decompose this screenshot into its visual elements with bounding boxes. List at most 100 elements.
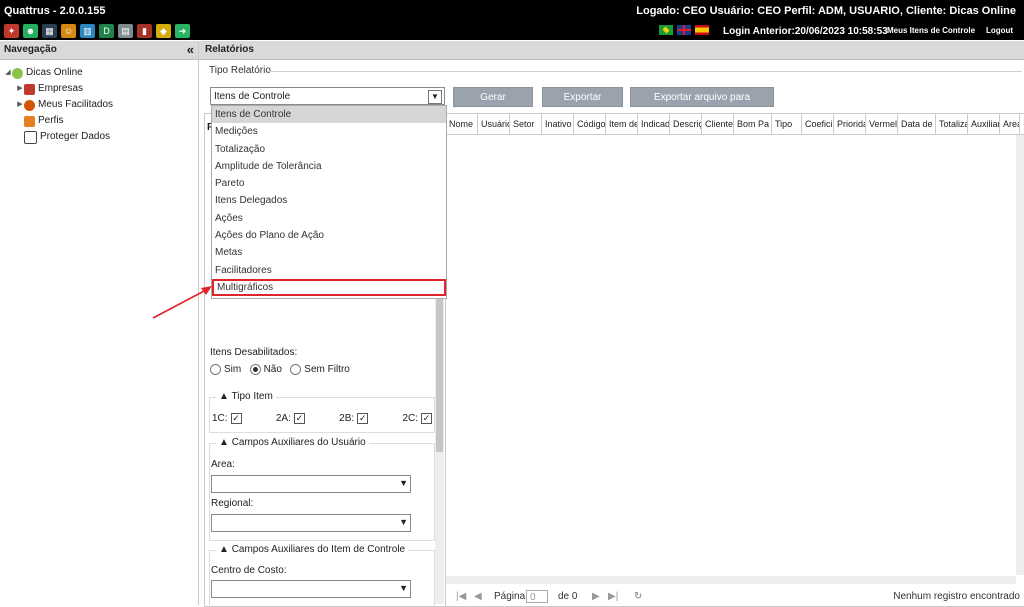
campos-item-toggle[interactable]: ▲ Campos Auxiliares do Item de Controle (216, 544, 409, 555)
expand-icon[interactable]: ▶ (16, 97, 24, 113)
dropdown-option[interactable]: Medições (212, 123, 446, 140)
toolbar: ✦ ☻ ▦ ☺ ▥ D ▤ ▮ ◆ ➜ Login Anterior:20/06… (0, 22, 1024, 40)
dropdown-option[interactable]: Ações (212, 210, 446, 227)
checkbox-2b[interactable]: ✓ (357, 413, 369, 424)
grid-column-header[interactable]: Setor (510, 114, 542, 134)
key-icon (24, 115, 35, 127)
flag-uk-icon[interactable] (677, 25, 691, 35)
grid-column-header[interactable]: Nome (446, 114, 478, 134)
checkbox-2a[interactable]: ✓ (293, 413, 305, 424)
export-icon[interactable]: ➜ (175, 24, 190, 38)
tree-item-perfis[interactable]: Perfis (0, 113, 198, 129)
dropdown-option[interactable]: Facilitadores (212, 262, 446, 279)
annotation-arrow-icon (152, 286, 212, 319)
page-input[interactable]: 0 (526, 590, 548, 603)
checkbox-2c[interactable]: ✓ (421, 413, 432, 424)
collapse-icon[interactable]: « (187, 41, 194, 59)
user-info: Logado: CEO Usuário: CEO Perfil: ADM, US… (636, 5, 1016, 17)
grid-header: Nome Usuário Setor Inativo Código Item de Indi… (446, 114, 1024, 135)
person-icon[interactable]: ☺ (61, 24, 76, 38)
exportar-importacao-button[interactable]: Exportar arquivo para importação (630, 87, 774, 123)
divider (267, 71, 1022, 72)
area-select[interactable]: ▼ (211, 475, 411, 493)
radio-nao[interactable] (249, 364, 261, 375)
chevron-down-icon[interactable]: ▼ (399, 478, 408, 488)
logout-link[interactable]: Logout (986, 26, 1013, 35)
rocket-icon[interactable]: ✦ (4, 24, 19, 38)
centro-custo-select[interactable]: ▼ (211, 580, 411, 598)
radio-sem-filtro[interactable] (290, 364, 302, 375)
users-icon[interactable]: ☻ (23, 24, 38, 38)
chart-icon[interactable]: ▥ (80, 24, 95, 38)
grid-column-header[interactable]: Auxiliar (968, 114, 1000, 134)
dropdown-option[interactable]: Ações do Plano de Ação (212, 227, 446, 244)
book-icon[interactable]: ▮ (137, 24, 152, 38)
tipo-item-toggle[interactable]: ▲ Tipo Item (216, 391, 276, 402)
campos-usuario-section: ▲ Campos Auxiliares do Usuário Area: ▼ R… (209, 437, 435, 541)
dropdown-option[interactable]: Multigráficos (212, 278, 446, 297)
flag-spain-icon[interactable] (695, 25, 709, 35)
nav-title: Navegação (4, 44, 57, 55)
expand-icon[interactable]: ▶ (16, 81, 24, 97)
tree-item-proteger-dados[interactable]: Proteger Dados (0, 129, 198, 145)
gerar-button[interactable]: Gerar (453, 87, 533, 107)
grid-column-header[interactable]: Area (1000, 114, 1020, 134)
tipo-relatorio-select[interactable]: Itens de Controle ▼ (210, 87, 445, 105)
regional-select[interactable]: ▼ (211, 514, 411, 532)
grid-column-header[interactable]: Tipo (772, 114, 802, 134)
grid-column-header[interactable]: Vermel (866, 114, 898, 134)
dropdown-option[interactable]: Amplitude de Tolerância (212, 158, 446, 175)
grid-column-header[interactable]: Bom Pa (734, 114, 772, 134)
person-icon (24, 99, 35, 111)
grid-column-header[interactable]: Data de (898, 114, 936, 134)
dropdown-option[interactable]: Itens Delegados (212, 192, 446, 209)
meus-itens-link[interactable]: Meus Itens de Controle (887, 26, 975, 35)
grid-column-header[interactable]: Item de (606, 114, 638, 134)
grid-column-header[interactable]: Totaliza (936, 114, 968, 134)
first-page-icon[interactable]: |◀ (456, 589, 466, 605)
dropdown-option[interactable]: Metas (212, 244, 446, 261)
chevron-down-icon[interactable]: ▼ (428, 90, 442, 104)
calendar-icon[interactable]: ▦ (42, 24, 57, 38)
selected-value: Itens de Controle (214, 91, 291, 102)
shield-icon[interactable]: ◆ (156, 24, 171, 38)
page-total: de 0 (558, 591, 578, 602)
tipo-item-section: ▲ Tipo Item 1C: ✓ 2A: ✓ 2B: ✓ 2C: ✓ (209, 391, 435, 433)
chevron-down-icon[interactable]: ▼ (399, 517, 408, 527)
prev-page-icon[interactable]: ◀ (474, 589, 482, 605)
dropdown-option[interactable]: Pareto (212, 175, 446, 192)
collapse-tree-icon[interactable]: ◢ (4, 65, 12, 81)
exportar-button[interactable]: Exportar (542, 87, 623, 107)
app-title: Quattrus - 2.0.0.155 (4, 5, 106, 17)
navigation-panel: Navegação « ◢ Dicas Online ▶ Empresas ▶ … (0, 41, 199, 605)
grid-horizontal-scrollbar[interactable] (446, 576, 1016, 584)
refresh-icon[interactable]: ↻ (634, 589, 642, 605)
printer-icon[interactable]: ▤ (118, 24, 133, 38)
grid-column-header[interactable]: Inativo (542, 114, 574, 134)
tree-label: Empresas (38, 83, 84, 94)
tree-item-empresas[interactable]: ▶ Empresas (0, 81, 198, 97)
grid-column-header[interactable]: Descriç (670, 114, 702, 134)
campos-usuario-toggle[interactable]: ▲ Campos Auxiliares do Usuário (216, 437, 369, 448)
document-icon[interactable]: D (99, 24, 114, 38)
grid-column-header[interactable]: Cliente (702, 114, 734, 134)
checkbox-1c[interactable]: ✓ (230, 413, 242, 424)
tree-item-dicas-online[interactable]: ◢ Dicas Online (0, 65, 198, 81)
last-page-icon[interactable]: ▶| (608, 589, 618, 605)
grid-column-header[interactable]: Indicad (638, 114, 670, 134)
dropdown-option[interactable]: Totalização (212, 141, 446, 158)
dropdown-option[interactable]: Itens de Controle (212, 106, 446, 124)
flag-brazil-icon[interactable] (659, 25, 673, 35)
next-page-icon[interactable]: ▶ (592, 589, 600, 605)
grid-column-header[interactable]: Priorida (834, 114, 866, 134)
results-grid: Nome Usuário Setor Inativo Código Item de Indi… (445, 113, 1024, 607)
grid-vertical-scrollbar[interactable] (1016, 135, 1024, 575)
org-icon (12, 67, 23, 79)
grid-column-header[interactable]: Usuário (478, 114, 510, 134)
grid-column-header[interactable]: Coefici (802, 114, 834, 134)
scroll-thumb[interactable] (436, 282, 443, 452)
radio-sim[interactable] (210, 364, 221, 375)
grid-column-header[interactable]: Código (574, 114, 606, 134)
chevron-down-icon[interactable]: ▼ (399, 583, 408, 593)
tree-item-meus-facilitados[interactable]: ▶ Meus Facilitados (0, 97, 198, 113)
